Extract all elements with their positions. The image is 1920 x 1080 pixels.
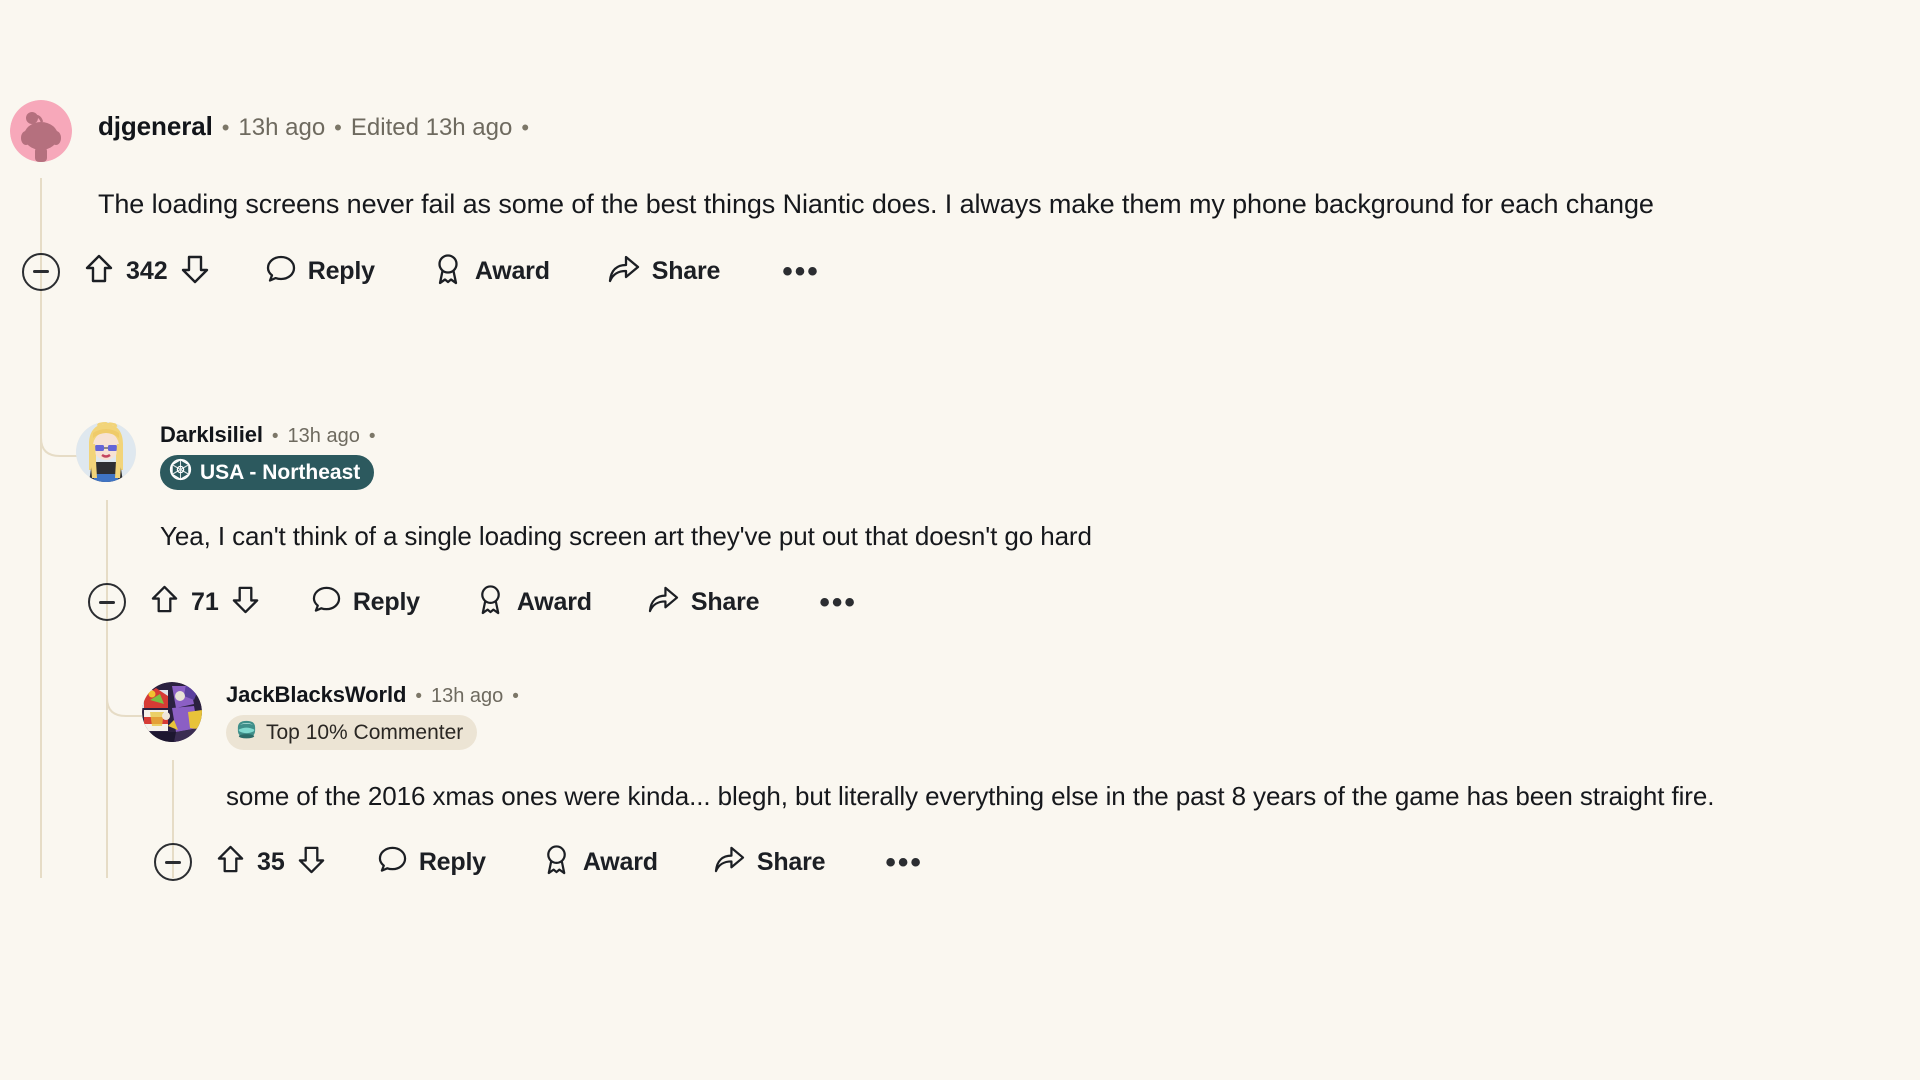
vote-group: 342: [84, 253, 210, 290]
share-button[interactable]: Share: [608, 254, 720, 289]
comment-header: djgeneral • 13h ago • Edited 13h ago •: [0, 100, 1920, 162]
award-label: Award: [516, 587, 592, 616]
award-button[interactable]: Award: [542, 844, 658, 880]
comment-djgeneral: djgeneral • 13h ago • Edited 13h ago • T…: [0, 100, 1920, 294]
vote-count: 71: [191, 587, 219, 616]
reply-label: Reply: [418, 847, 486, 876]
overflow-menu-icon[interactable]: •••: [782, 257, 820, 287]
comment-body: The loading screens never fail as some o…: [98, 189, 1654, 219]
comment-author[interactable]: JackBlacksWorld: [226, 682, 406, 708]
user-flair-badge[interactable]: USA - Northeast: [160, 455, 375, 490]
comment-action-bar: 35 Reply Award Share •••: [154, 840, 1920, 884]
share-arrow-icon: [648, 585, 679, 619]
top-commenter-label: Top 10% Commenter: [266, 720, 464, 744]
meta-separator: •: [521, 115, 530, 140]
meta-separator: •: [415, 686, 422, 707]
award-button[interactable]: Award: [433, 253, 550, 290]
comment-meta: djgeneral • 13h ago • Edited 13h ago •: [98, 111, 538, 142]
collapse-icon[interactable]: [22, 252, 60, 291]
award-label: Award: [582, 847, 658, 876]
upvote-icon[interactable]: [216, 844, 245, 880]
blonde-character-avatar[interactable]: [76, 422, 136, 482]
top-commenter-gem-icon: [235, 718, 258, 747]
reply-label: Reply: [352, 587, 420, 616]
meta-separator: •: [334, 115, 342, 140]
collapse-icon[interactable]: [154, 843, 192, 882]
share-label: Share: [690, 587, 760, 616]
comment-bubble-icon: [266, 254, 296, 289]
comment-body: Yea, I can't think of a single loading s…: [160, 521, 1092, 551]
meta-separator: •: [512, 686, 519, 707]
vote-group: 71: [150, 584, 260, 620]
meta-separator: •: [368, 426, 376, 447]
comment-jackblacksworld: JackBlacksWorld • 13h ago • Top 10% Comm…: [130, 678, 1920, 884]
comment-timestamp: 13h ago: [238, 114, 326, 141]
comment-bubble-icon: [378, 845, 407, 879]
award-medal-icon: [433, 253, 463, 290]
comment-timestamp: 13h ago: [430, 685, 504, 707]
comment-darkisiliel: DarkIsiliel • 13h ago • USA - Northeast …: [64, 418, 1920, 624]
top-commenter-badge[interactable]: Top 10% Commenter: [226, 715, 478, 750]
reply-button[interactable]: Reply: [378, 845, 486, 879]
comment-action-bar: 342 Reply Award Share •••: [22, 250, 1920, 294]
share-button[interactable]: Share: [648, 585, 760, 619]
vote-group: 35: [216, 844, 326, 880]
reply-button[interactable]: Reply: [312, 585, 420, 619]
award-button[interactable]: Award: [476, 584, 592, 620]
comment-action-bar: 71 Reply Award Share •••: [88, 580, 1920, 624]
comment-author[interactable]: DarkIsiliel: [160, 422, 263, 448]
comment-body: some of the 2016 xmas ones were kinda...…: [226, 781, 1715, 811]
reply-button[interactable]: Reply: [266, 254, 375, 289]
vote-count: 35: [257, 847, 285, 876]
downvote-icon[interactable]: [180, 253, 210, 290]
upvote-icon[interactable]: [150, 584, 179, 620]
comment-author[interactable]: djgeneral: [98, 111, 213, 142]
comment-timestamp: 13h ago: [287, 425, 360, 447]
reddit-snoo-avatar[interactable]: [10, 100, 72, 162]
downvote-icon[interactable]: [231, 584, 260, 620]
share-arrow-icon: [608, 254, 640, 289]
user-flair-label: USA - Northeast: [200, 460, 361, 484]
geodesic-sphere-icon: [169, 458, 192, 487]
share-arrow-icon: [714, 845, 745, 879]
award-label: Award: [474, 257, 550, 286]
collapse-icon[interactable]: [88, 583, 126, 622]
comment-header: DarkIsiliel • 13h ago • USA - Northeast: [64, 418, 1920, 490]
share-label: Share: [756, 847, 826, 876]
share-button[interactable]: Share: [714, 845, 826, 879]
comment-bubble-icon: [312, 585, 341, 619]
reply-label: Reply: [307, 257, 375, 286]
comment-thread-page: djgeneral • 13h ago • Edited 13h ago • T…: [0, 0, 1920, 1080]
overflow-menu-icon[interactable]: •••: [885, 847, 923, 877]
vote-count: 342: [126, 257, 168, 286]
share-label: Share: [651, 257, 721, 286]
comment-meta: DarkIsiliel • 13h ago •: [160, 422, 384, 448]
comment-edited-timestamp: Edited 13h ago: [350, 114, 513, 141]
overflow-menu-icon[interactable]: •••: [819, 587, 857, 617]
comment-header: JackBlacksWorld • 13h ago • Top 10% Comm…: [130, 678, 1920, 750]
comment-meta: JackBlacksWorld • 13h ago •: [226, 682, 528, 708]
meta-separator: •: [221, 115, 230, 140]
award-medal-icon: [476, 584, 505, 620]
meta-separator: •: [271, 426, 279, 447]
downvote-icon[interactable]: [297, 844, 326, 880]
award-medal-icon: [542, 844, 571, 880]
colorful-collage-avatar[interactable]: [142, 682, 202, 742]
upvote-icon[interactable]: [84, 253, 114, 290]
